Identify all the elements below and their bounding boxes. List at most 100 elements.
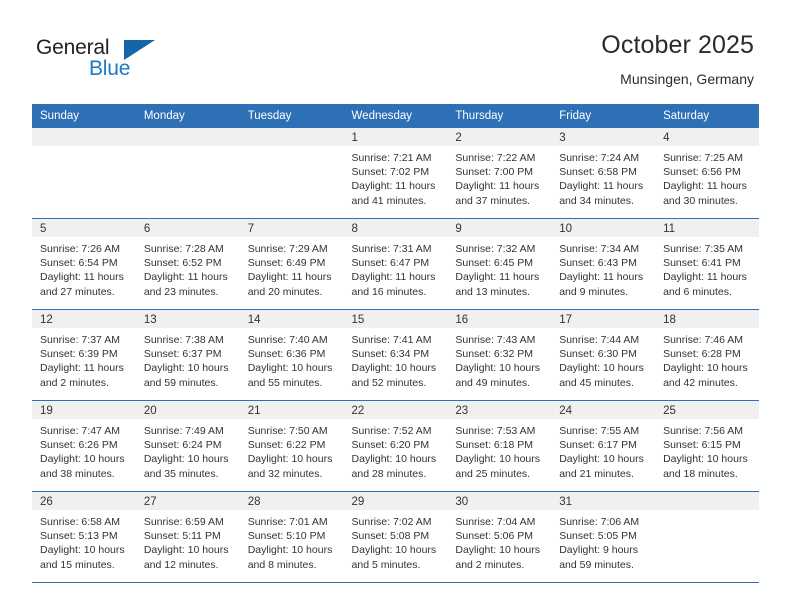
weekday-header-monday: Monday	[135, 104, 240, 128]
day-detail-sunrise: Sunrise: 7:28 AM	[143, 243, 224, 255]
calendar-day-cell[interactable]: 4 Sunrise: 7:25 AM Sunset: 6:56 PM Daylight…	[655, 128, 759, 219]
weekday-header-tuesday: Tuesday	[239, 104, 344, 128]
day-number	[135, 128, 240, 146]
calendar-day-cell[interactable]: 16 Sunrise: 7:43 AM Sunset: 6:32 PM Dayligh…	[447, 309, 552, 401]
calendar-day-cell[interactable]: 28 Sunrise: 7:01 AM Sunset: 5:10 PM Dayligh…	[239, 491, 344, 583]
calendar-day-cell[interactable]: 17 Sunrise: 7:44 AM Sunset: 6:30 PM Dayligh…	[551, 309, 656, 401]
day-number: 13	[135, 310, 240, 328]
calendar-day-cell[interactable]: 27 Sunrise: 6:59 AM Sunset: 5:11 PM Dayligh…	[135, 491, 240, 583]
day-details: Sunrise: 7:41 AM Sunset: 6:34 PM Daylight:…	[344, 328, 448, 390]
day-detail-daylight-line2: and 2 minutes.	[455, 558, 525, 571]
calendar-day-cell[interactable]: 11 Sunrise: 7:35 AM Sunset: 6:41 PM Dayligh…	[655, 218, 759, 310]
calendar-week-row: 26 Sunrise: 6:58 AM Sunset: 5:13 PM Dayligh…	[32, 491, 759, 583]
calendar-day-cell[interactable]: 22 Sunrise: 7:52 AM Sunset: 6:20 PM Dayligh…	[343, 400, 448, 492]
calendar-day-cell[interactable]: 8 Sunrise: 7:31 AM Sunset: 6:47 PM Daylight…	[343, 218, 448, 310]
day-detail-daylight-line2: and 37 minutes.	[455, 194, 531, 207]
calendar-day-cell[interactable]: 5 Sunrise: 7:26 AM Sunset: 6:54 PM Daylight…	[32, 218, 136, 310]
weekday-header-sunday: Sunday	[32, 104, 136, 128]
calendar-day-cell[interactable]: 23 Sunrise: 7:53 AM Sunset: 6:18 PM Dayligh…	[447, 400, 552, 492]
day-detail-sunset: Sunset: 6:37 PM	[143, 348, 222, 361]
day-detail-sunset: Sunset: 6:34 PM	[351, 348, 430, 361]
day-detail-sunrise: Sunrise: 7:40 AM	[247, 334, 328, 346]
day-detail-daylight-line1: Daylight: 10 hours	[559, 453, 644, 466]
day-detail-daylight-line2: and 15 minutes.	[40, 558, 115, 571]
day-detail-daylight-line2: and 18 minutes.	[663, 467, 738, 480]
day-detail-sunset: Sunset: 6:22 PM	[247, 439, 326, 452]
day-detail-sunrise: Sunrise: 7:41 AM	[351, 334, 432, 346]
calendar-day-cell[interactable]: 2 Sunrise: 7:22 AM Sunset: 7:00 PM Daylight…	[447, 128, 552, 219]
calendar-body: 1 Sunrise: 7:21 AM Sunset: 7:02 PM Daylight…	[32, 128, 759, 583]
day-number	[239, 128, 344, 146]
day-detail-sunset: Sunset: 6:36 PM	[247, 348, 326, 361]
day-detail-sunrise: Sunrise: 7:55 AM	[559, 425, 640, 437]
page-subtitle: Munsingen, Germany	[620, 71, 754, 87]
day-detail-daylight-line1: Daylight: 11 hours	[143, 271, 228, 284]
calendar-day-cell[interactable]: 26 Sunrise: 6:58 AM Sunset: 5:13 PM Dayligh…	[32, 491, 136, 583]
day-details	[136, 146, 240, 151]
page-header: General Blue October 2025 Munsingen, Ger…	[0, 0, 792, 104]
day-number: 16	[447, 310, 552, 328]
calendar-table: Sunday Monday Tuesday Wednesday Thursday…	[32, 104, 759, 583]
day-number: 7	[239, 219, 344, 237]
day-detail-daylight-line1: Daylight: 11 hours	[559, 271, 644, 284]
weekday-header-wednesday: Wednesday	[343, 104, 448, 128]
calendar-day-cell[interactable]: 24 Sunrise: 7:55 AM Sunset: 6:17 PM Dayligh…	[551, 400, 656, 492]
calendar-week-row: 19 Sunrise: 7:47 AM Sunset: 6:26 PM Dayligh…	[32, 400, 759, 492]
calendar-day-cell[interactable]: 10 Sunrise: 7:34 AM Sunset: 6:43 PM Dayligh…	[551, 218, 656, 310]
day-detail-daylight-line2: and 38 minutes.	[40, 467, 115, 480]
calendar-day-cell[interactable]: 14 Sunrise: 7:40 AM Sunset: 6:36 PM Dayligh…	[239, 309, 344, 401]
day-detail-daylight-line1: Daylight: 10 hours	[455, 544, 541, 557]
day-detail-daylight-line1: Daylight: 11 hours	[247, 271, 332, 284]
day-detail-daylight-line1: Daylight: 11 hours	[40, 271, 124, 284]
calendar-day-cell[interactable]: 19 Sunrise: 7:47 AM Sunset: 6:26 PM Dayligh…	[32, 400, 136, 492]
day-detail-sunrise: Sunrise: 7:01 AM	[247, 516, 328, 528]
day-number: 14	[239, 310, 344, 328]
calendar-day-cell[interactable]: 29 Sunrise: 7:02 AM Sunset: 5:08 PM Dayligh…	[343, 491, 448, 583]
day-number: 22	[343, 401, 448, 419]
day-detail-sunrise: Sunrise: 7:43 AM	[455, 334, 536, 346]
brand-logo[interactable]: General Blue	[36, 36, 166, 84]
day-detail-daylight-line1: Daylight: 11 hours	[663, 271, 747, 284]
day-detail-sunset: Sunset: 6:41 PM	[663, 257, 741, 270]
day-details: Sunrise: 7:28 AM Sunset: 6:52 PM Daylight:…	[136, 237, 240, 299]
day-details: Sunrise: 7:02 AM Sunset: 5:08 PM Daylight:…	[344, 510, 448, 572]
calendar-day-cell[interactable]: 13 Sunrise: 7:38 AM Sunset: 6:37 PM Dayligh…	[135, 309, 240, 401]
calendar-day-cell[interactable]: 7 Sunrise: 7:29 AM Sunset: 6:49 PM Daylight…	[239, 218, 344, 310]
day-details: Sunrise: 6:58 AM Sunset: 5:13 PM Daylight:…	[32, 510, 136, 572]
calendar-day-cell[interactable]: 15 Sunrise: 7:41 AM Sunset: 6:34 PM Dayligh…	[343, 309, 448, 401]
day-detail-sunset: Sunset: 6:15 PM	[663, 439, 741, 452]
calendar-day-cell[interactable]: 18 Sunrise: 7:46 AM Sunset: 6:28 PM Dayligh…	[655, 309, 759, 401]
day-number: 26	[32, 492, 136, 510]
day-details: Sunrise: 7:35 AM Sunset: 6:41 PM Daylight:…	[655, 237, 759, 299]
day-detail-daylight-line2: and 6 minutes.	[663, 285, 732, 298]
day-detail-sunset: Sunset: 5:05 PM	[559, 530, 637, 543]
day-detail-daylight-line2: and 13 minutes.	[455, 285, 531, 298]
day-detail-daylight-line1: Daylight: 10 hours	[455, 453, 541, 466]
calendar-day-cell[interactable]: 31 Sunrise: 7:06 AM Sunset: 5:05 PM Dayligh…	[551, 491, 656, 583]
calendar-day-cell[interactable]: 9 Sunrise: 7:32 AM Sunset: 6:45 PM Daylight…	[447, 218, 552, 310]
calendar-day-cell[interactable]: 30 Sunrise: 7:04 AM Sunset: 5:06 PM Dayligh…	[447, 491, 552, 583]
calendar-day-cell[interactable]: 25 Sunrise: 7:56 AM Sunset: 6:15 PM Dayligh…	[655, 400, 759, 492]
day-detail-sunset: Sunset: 6:43 PM	[559, 257, 637, 270]
page-title: October 2025	[601, 31, 754, 59]
day-details: Sunrise: 6:59 AM Sunset: 5:11 PM Daylight:…	[136, 510, 240, 572]
day-detail-sunrise: Sunrise: 7:24 AM	[559, 152, 640, 164]
calendar-day-cell[interactable]: 20 Sunrise: 7:49 AM Sunset: 6:24 PM Dayligh…	[135, 400, 240, 492]
day-detail-sunset: Sunset: 6:28 PM	[663, 348, 741, 361]
calendar-day-cell[interactable]: 21 Sunrise: 7:50 AM Sunset: 6:22 PM Dayligh…	[239, 400, 344, 492]
calendar-day-cell[interactable]: 12 Sunrise: 7:37 AM Sunset: 6:39 PM Dayligh…	[32, 309, 136, 401]
day-details: Sunrise: 7:46 AM Sunset: 6:28 PM Daylight:…	[655, 328, 759, 390]
day-details: Sunrise: 7:49 AM Sunset: 6:24 PM Daylight:…	[136, 419, 240, 481]
day-detail-sunrise: Sunrise: 7:46 AM	[663, 334, 744, 346]
calendar-day-cell[interactable]: 6 Sunrise: 7:28 AM Sunset: 6:52 PM Daylight…	[135, 218, 240, 310]
calendar-day-cell[interactable]: 3 Sunrise: 7:24 AM Sunset: 6:58 PM Daylight…	[551, 128, 656, 219]
day-detail-sunset: Sunset: 6:52 PM	[143, 257, 222, 270]
day-detail-sunset: Sunset: 5:06 PM	[455, 530, 534, 543]
day-detail-daylight-line1: Daylight: 10 hours	[143, 544, 229, 557]
day-details: Sunrise: 7:56 AM Sunset: 6:15 PM Daylight:…	[655, 419, 759, 481]
day-detail-daylight-line2: and 5 minutes.	[351, 558, 421, 571]
day-detail-sunrise: Sunrise: 7:04 AM	[455, 516, 536, 528]
calendar-day-cell[interactable]: 1 Sunrise: 7:21 AM Sunset: 7:02 PM Daylight…	[343, 128, 448, 219]
day-detail-daylight-line2: and 12 minutes.	[143, 558, 219, 571]
day-details: Sunrise: 7:24 AM Sunset: 6:58 PM Daylight:…	[551, 146, 655, 208]
